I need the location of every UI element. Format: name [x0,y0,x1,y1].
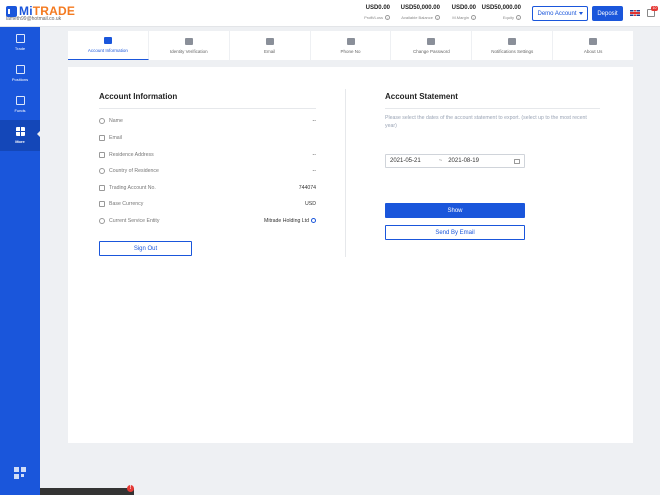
sidebar: Trade Positions Funds More [0,27,40,495]
mail-icon [99,135,105,141]
info-icon[interactable]: i [471,15,476,20]
info-row-name: Name -- [99,116,316,126]
stat-margin: USD0.00 M.Margin i [451,5,476,20]
mail-icon [265,37,274,45]
sidebar-item-more[interactable]: More [0,120,40,151]
info-row-email: Email [99,133,316,143]
info-row-trading-account: Trading Account No. 744074 [99,183,316,193]
gear-icon [99,218,105,224]
wallet-icon [15,96,25,105]
info-row-base-currency: Base Currency USD [99,199,316,209]
account-info-title: Account Information [99,92,178,101]
divider [99,108,316,109]
tab-notifications-settings[interactable]: Notifications Settings [472,31,554,60]
sidebar-item-trade[interactable]: Trade [0,27,40,58]
date-range-picker[interactable]: 2021-05-21 ~ 2021-08-19 [385,154,525,168]
stat-available-balance: USD50,000.00 Available Balance i [400,5,440,20]
info-icon[interactable]: i [385,15,390,20]
account-icon [103,37,112,44]
alert-badge-icon[interactable]: ! [127,485,134,492]
sidebar-item-funds[interactable]: Funds [0,89,40,120]
user-icon [99,118,105,124]
tab-about-us[interactable]: About Us [553,31,633,60]
sign-out-button[interactable]: Sign Out [99,241,192,256]
grid-icon [15,127,25,136]
phone-icon [346,37,355,45]
info-icon[interactable]: i [516,15,521,20]
tab-identity-verification[interactable]: Identity Verification [149,31,230,60]
settings-tabs: Account Information Identity Verificatio… [68,31,633,60]
info-icon[interactable]: i [435,15,440,20]
show-button[interactable]: Show [385,203,525,218]
bottom-toast-bar [40,488,134,495]
account-mode-dropdown[interactable]: Demo Account [532,6,588,21]
qr-code-icon[interactable] [14,467,26,479]
tab-email[interactable]: Email [230,31,311,60]
caret-down-icon [578,12,583,15]
deposit-button[interactable]: Deposit [592,6,623,21]
calendar-icon[interactable] [514,158,520,164]
account-statement-title: Account Statement [385,92,458,101]
card-icon [99,185,105,191]
info-icon [589,37,598,45]
active-pointer [37,130,41,138]
notification-badge: 10 [651,6,658,11]
sidebar-item-positions[interactable]: Positions [0,58,40,89]
bell-icon [508,37,517,45]
logo-mark-icon [6,5,19,17]
tab-phone-no[interactable]: Phone No [311,31,392,60]
info-row-service-entity: Current Service Entity Mitrade Holding L… [99,216,316,226]
document-icon [15,65,25,74]
tab-account-information[interactable]: Account Information [68,31,149,60]
end-date[interactable]: 2021-08-19 [448,158,479,164]
info-row-residence-address: Residence Address -- [99,150,316,160]
question-icon[interactable] [311,218,316,224]
column-divider [345,89,346,257]
statement-hint: Please select the dates of the account s… [385,115,587,129]
start-date[interactable]: 2021-05-21 [390,158,421,164]
tab-change-password[interactable]: Change Password [391,31,473,60]
currency-icon [99,201,105,207]
globe-icon [99,168,105,174]
user-email: lameth99@hotmail.co.uk [6,16,62,22]
uk-flag-icon[interactable] [630,10,640,16]
top-header: MiTRADE lameth99@hotmail.co.uk USD0.00 P… [0,0,660,27]
stat-equity: USD50,000.00 Equity i [481,5,521,20]
chart-icon [15,34,25,43]
building-icon [99,152,105,158]
send-by-email-button[interactable]: Send By Email [385,225,525,240]
id-card-icon [184,37,193,45]
stat-profit-loss: USD0.00 Profit/Loss i [364,5,390,20]
lock-icon [427,37,436,45]
info-row-country: Country of Residence -- [99,166,316,176]
divider [385,108,600,109]
